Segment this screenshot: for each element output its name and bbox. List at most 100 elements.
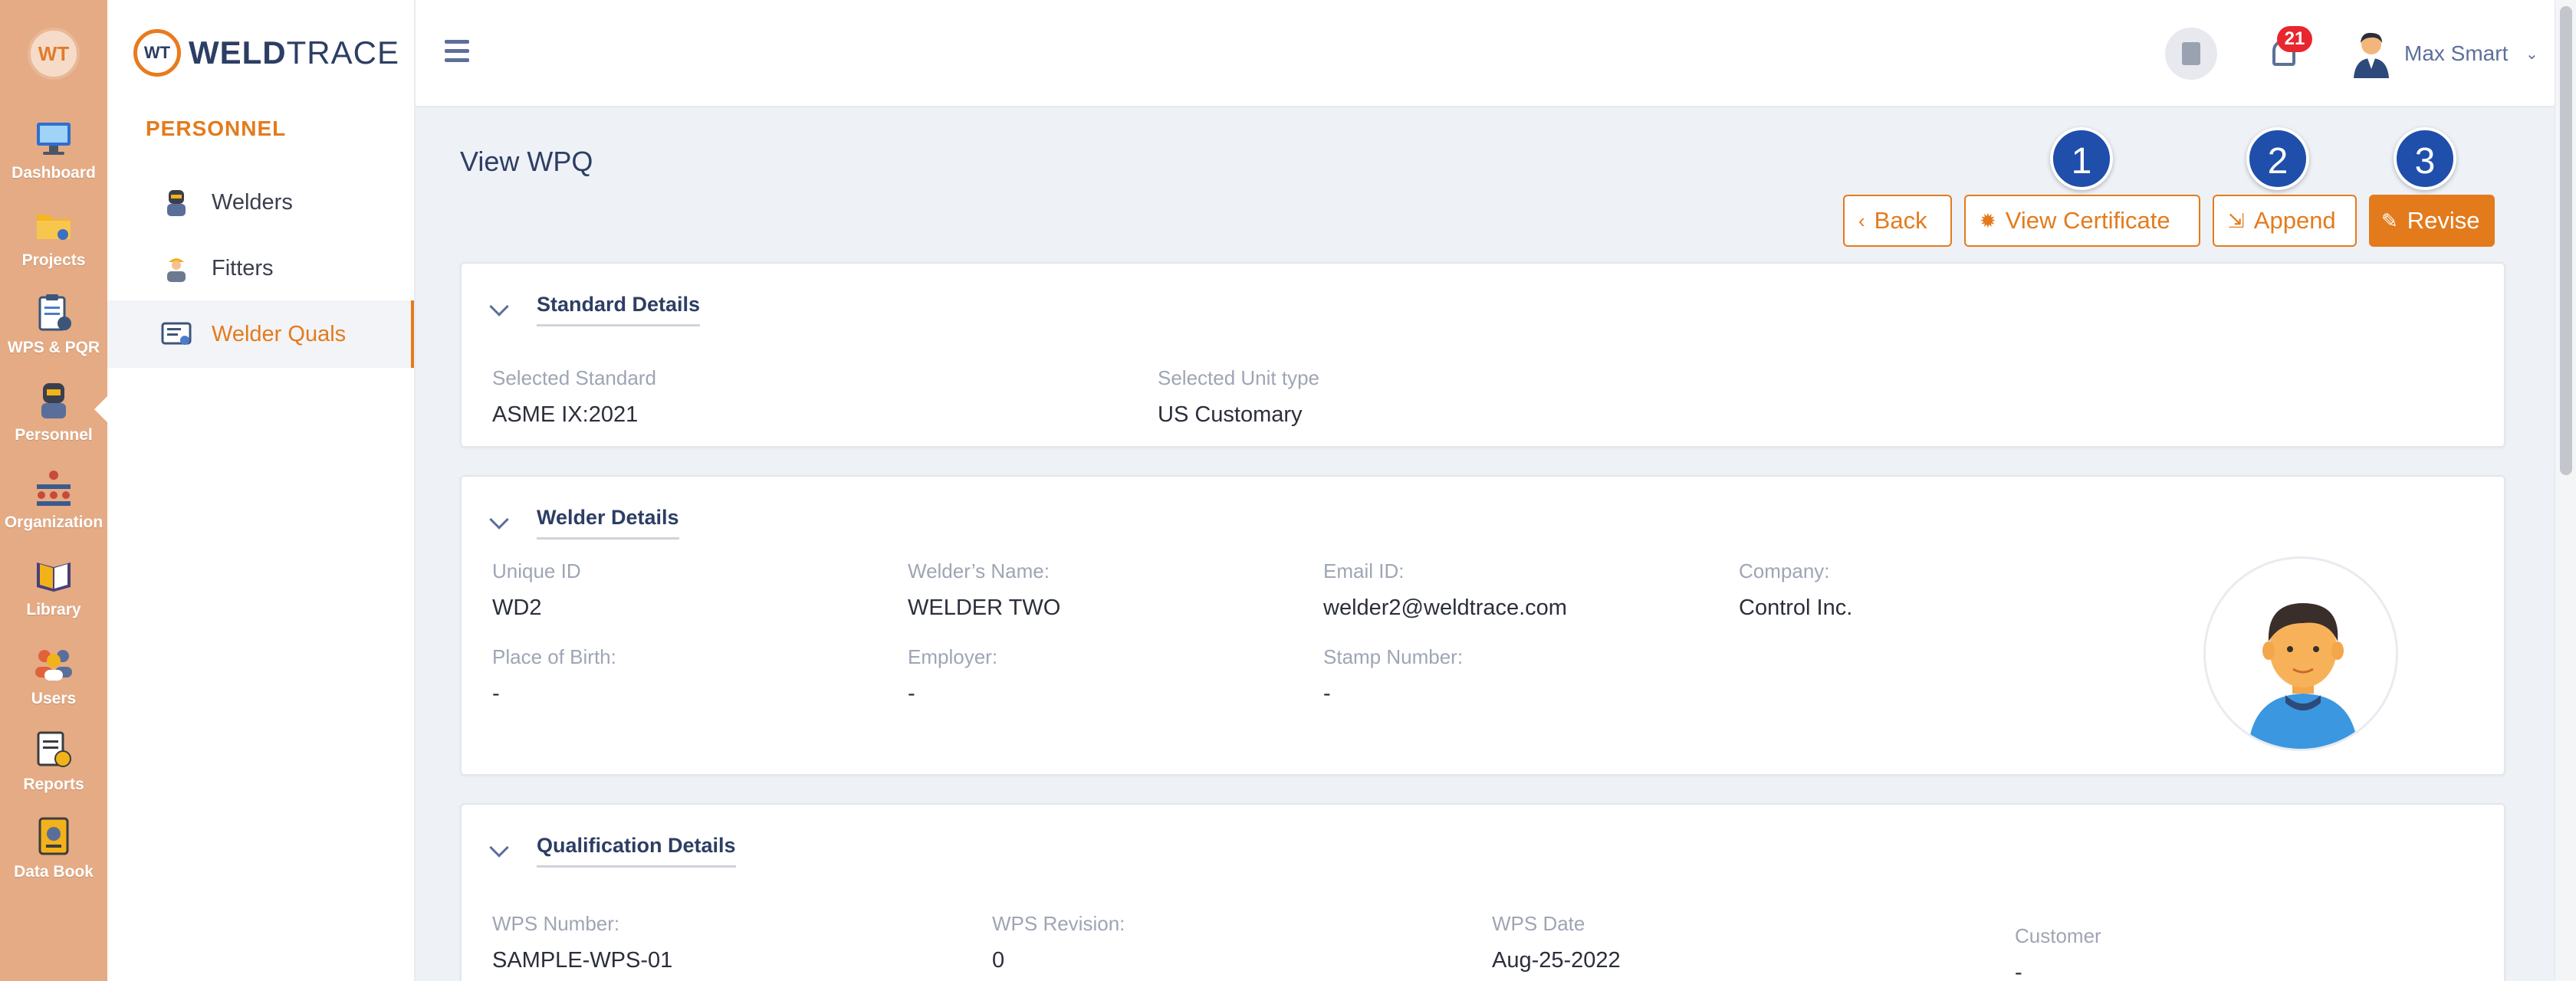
- back-button-label: Back: [1874, 207, 1927, 234]
- rail-label: Projects: [21, 251, 86, 269]
- qualification-details-card: Qualification Details WPS Number: SAMPLE…: [460, 803, 2505, 981]
- organization-icon: [32, 466, 75, 509]
- field-value: Aug-25-2022: [1492, 948, 1621, 973]
- monitor-icon: [32, 116, 75, 159]
- rail-item-library[interactable]: Library: [0, 553, 107, 619]
- notifications-button[interactable]: 21: [2263, 26, 2312, 77]
- page-title: View WPQ: [460, 146, 593, 177]
- field-label: Place of Birth:: [492, 645, 616, 668]
- field-value: Control Inc.: [1739, 595, 1853, 620]
- certificate-icon: [161, 319, 192, 349]
- card-title: Standard Details: [537, 293, 701, 326]
- card-title: Welder Details: [537, 506, 679, 540]
- top-bar: 21 Max Smart ⌄: [416, 0, 2555, 107]
- card-title: Qualification Details: [537, 834, 736, 868]
- page-scrollbar[interactable]: [2555, 0, 2576, 981]
- scrollbar-thumb[interactable]: [2560, 6, 2572, 475]
- field-label: Company:: [1739, 559, 1830, 582]
- field-label: Selected Standard: [492, 366, 656, 389]
- submenu-item-label: Welder Quals: [212, 321, 347, 346]
- welder-details-card: Welder Details Unique ID WD2 Welder’s Na…: [460, 475, 2505, 776]
- field-label: Email ID:: [1323, 559, 1405, 582]
- field-value: WELDER TWO: [908, 595, 1061, 620]
- rail-item-users[interactable]: Users: [0, 642, 107, 708]
- field-wps-number: WPS Number: SAMPLE-WPS-01: [492, 912, 672, 973]
- field-value: SAMPLE-WPS-01: [492, 948, 673, 973]
- app-logo-icon[interactable]: WT: [28, 28, 80, 80]
- rail-item-projects[interactable]: Projects: [0, 204, 107, 270]
- book-icon: [32, 553, 75, 596]
- folder-icon: [32, 204, 75, 247]
- welder-details-header[interactable]: Welder Details: [489, 506, 679, 540]
- step-marker-2: 2: [2246, 127, 2309, 190]
- field-value: -: [2015, 960, 2022, 981]
- field-email-id: Email ID: welder2@weldtrace.com: [1323, 559, 1567, 621]
- brand-logo[interactable]: WT WELDTRACE: [133, 29, 399, 77]
- report-icon: [32, 728, 75, 771]
- standard-details-card: Standard Details Selected Standard ASME …: [460, 262, 2505, 448]
- submenu-item-welders[interactable]: Welders: [107, 169, 414, 236]
- rail-item-dashboard[interactable]: Dashboard: [0, 116, 107, 182]
- field-label: WPS Revision:: [992, 912, 1125, 935]
- append-button[interactable]: ⇲ Append: [2213, 195, 2357, 247]
- qualification-details-header[interactable]: Qualification Details: [489, 834, 736, 868]
- field-label: Stamp Number:: [1323, 645, 1464, 668]
- submenu-item-welder-quals[interactable]: Welder Quals: [107, 300, 414, 368]
- menu-toggle-icon[interactable]: [445, 40, 469, 63]
- field-selected-unit-type: Selected Unit type US Customary: [1158, 366, 1319, 428]
- chevron-down-icon[interactable]: [489, 510, 509, 530]
- field-value: -: [908, 681, 915, 706]
- view-certificate-button[interactable]: ✹ View Certificate: [1964, 195, 2200, 247]
- field-label: WPS Date: [1492, 912, 1585, 935]
- user-name[interactable]: Max Smart: [2404, 41, 2508, 66]
- revise-button-label: Revise: [2407, 207, 2480, 234]
- step-marker-3: 3: [2394, 127, 2456, 190]
- field-employer: Employer: -: [908, 645, 997, 707]
- edit-icon: ✎: [2381, 208, 2398, 232]
- rail-item-personnel[interactable]: Personnel: [0, 379, 108, 445]
- field-value: 0: [992, 948, 1005, 973]
- rail-item-organization[interactable]: Organization: [0, 466, 107, 532]
- view-certificate-label: View Certificate: [2005, 207, 2170, 234]
- main-nav-rail: WT Dashboard Projects WPS & PQR Personne…: [0, 0, 108, 981]
- rail-label: Users: [31, 690, 77, 707]
- rail-label: Personnel: [15, 426, 93, 444]
- step-marker-1: 1: [2050, 127, 2113, 190]
- field-stamp-number: Stamp Number: -: [1323, 645, 1463, 707]
- certificate-seal-icon: ✹: [1980, 208, 1996, 232]
- rail-item-reports[interactable]: Reports: [0, 728, 107, 794]
- field-label: Welder’s Name:: [908, 559, 1050, 582]
- brand-mark-icon: WT: [133, 29, 181, 77]
- field-label: Customer: [2015, 924, 2101, 947]
- submenu-section-title: PERSONNEL: [146, 116, 287, 140]
- users-icon: [32, 642, 75, 685]
- rail-label: Library: [26, 601, 81, 618]
- field-company: Company: Control Inc.: [1739, 559, 1852, 621]
- welder-photo: [2203, 556, 2398, 751]
- standard-details-header[interactable]: Standard Details: [489, 293, 701, 326]
- rail-item-wps-pqr[interactable]: WPS & PQR: [0, 291, 107, 357]
- chevron-down-icon[interactable]: ⌄: [2525, 44, 2538, 64]
- submenu-item-label: Fitters: [212, 255, 274, 281]
- revise-button[interactable]: ✎ Revise: [2369, 195, 2495, 247]
- field-unique-id: Unique ID WD2: [492, 559, 581, 621]
- book-icon[interactable]: [2165, 28, 2217, 80]
- chevron-down-icon[interactable]: [489, 297, 509, 317]
- compress-icon: ⇲: [2228, 208, 2245, 232]
- back-button[interactable]: ‹ Back: [1843, 195, 1952, 247]
- field-welder-name: Welder’s Name: WELDER TWO: [908, 559, 1060, 621]
- chevron-down-icon[interactable]: [489, 838, 509, 858]
- user-avatar[interactable]: [2348, 28, 2395, 78]
- field-value: -: [1323, 681, 1331, 706]
- field-value: WD2: [492, 595, 542, 620]
- append-button-label: Append: [2253, 207, 2336, 234]
- personnel-submenu: WT WELDTRACE PERSONNEL Welders Fitters W…: [107, 0, 416, 981]
- submenu-item-fitters[interactable]: Fitters: [107, 235, 414, 302]
- fitter-icon: [161, 253, 192, 284]
- databook-icon: [32, 815, 75, 858]
- field-label: Selected Unit type: [1158, 366, 1320, 389]
- person-avatar-icon: [2211, 564, 2395, 749]
- rail-item-data-book[interactable]: Data Book: [0, 815, 107, 881]
- field-label: Employer:: [908, 645, 998, 668]
- rail-label: Organization: [4, 513, 104, 531]
